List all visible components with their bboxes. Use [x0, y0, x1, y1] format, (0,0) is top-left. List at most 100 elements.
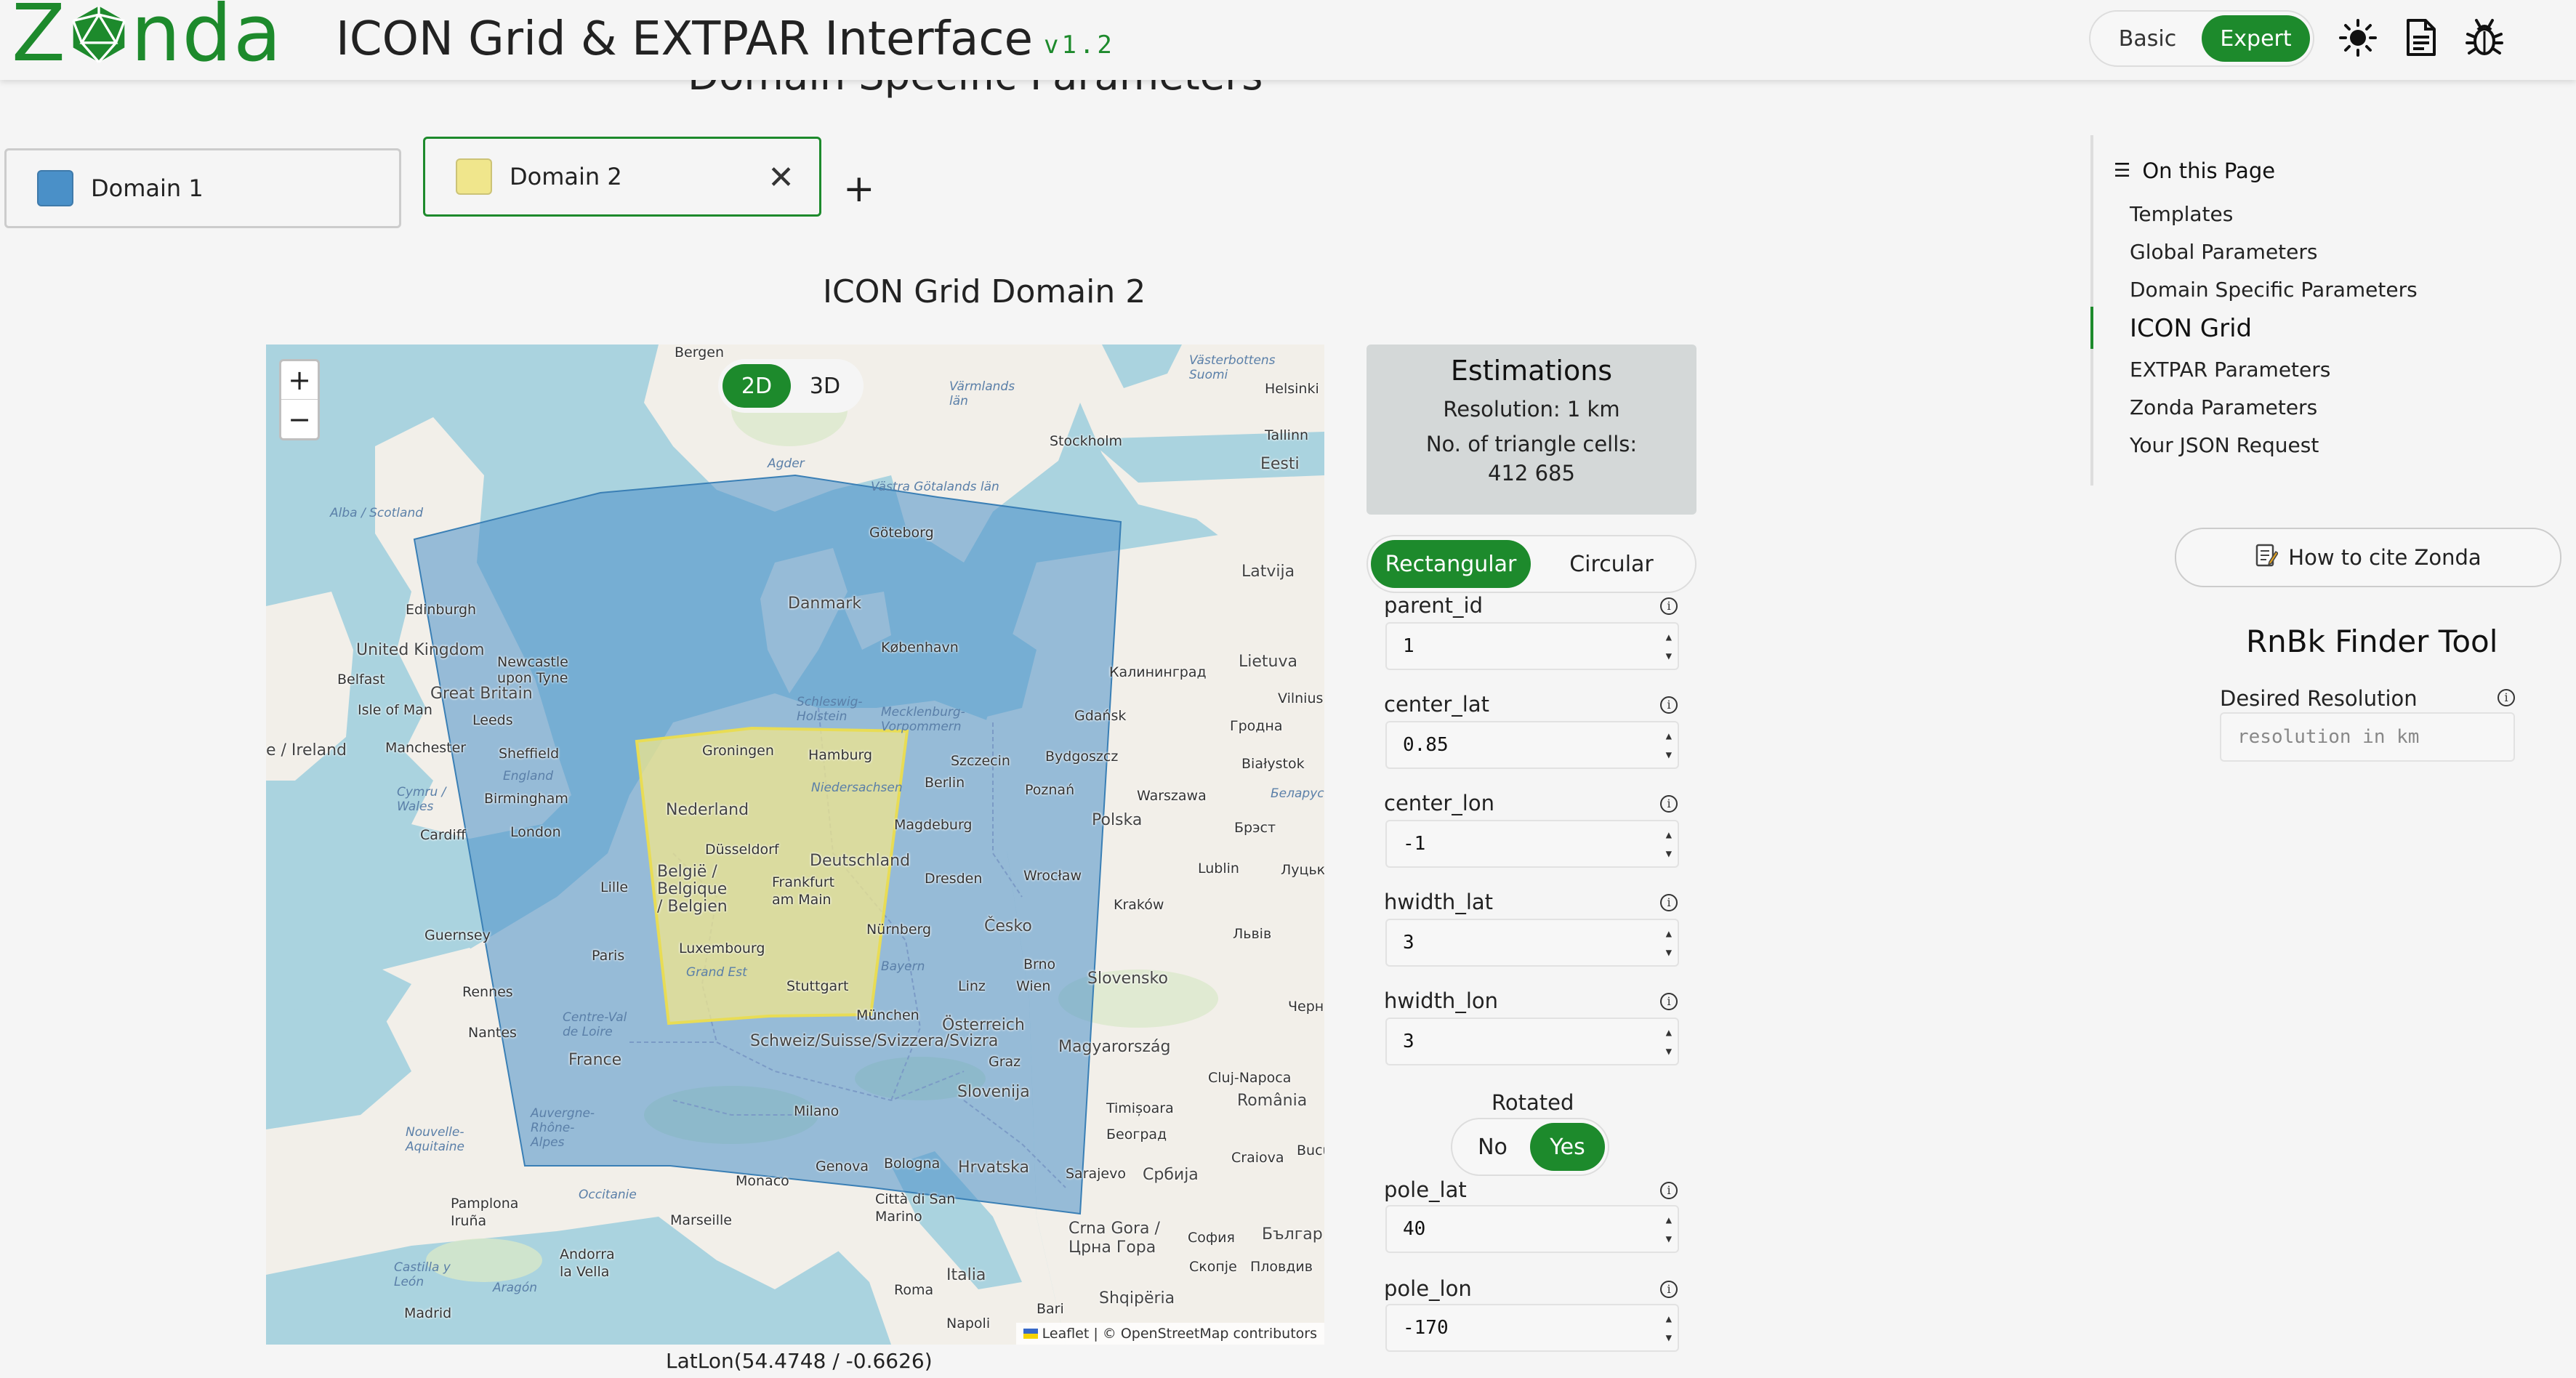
shape-circular-button[interactable]: Circular [1531, 540, 1692, 588]
parent-id-label: parent_id [1384, 593, 1484, 618]
map-label-wien: Wien [1016, 978, 1051, 994]
mode-basic-button[interactable]: Basic [2093, 15, 2202, 62]
tab-domain-2[interactable]: Domain 2 ✕ [423, 137, 821, 217]
map-label-frankfurt: Frankfurt am Main [772, 874, 835, 908]
map-label-centre: Centre-Val de Loire [563, 1010, 627, 1039]
rotated-yes-button[interactable]: Yes [1530, 1123, 1605, 1171]
toc-item-icon-grid[interactable]: ICON Grid [2130, 314, 2252, 343]
map-label-genova: Genova [816, 1159, 869, 1174]
toc-item-templates[interactable]: Templates [2130, 202, 2233, 226]
map-label-london: London [510, 824, 561, 840]
info-icon[interactable]: i [1660, 597, 1678, 615]
map-label-schweiz: Schweiz/Suisse/Svizzera/Svizra [750, 1032, 999, 1050]
desired-resolution-input[interactable]: resolution in km [2220, 712, 2515, 762]
map-label-linz: Linz [958, 978, 986, 994]
map-label-brno: Brno [1023, 956, 1056, 972]
info-icon[interactable]: i [1660, 795, 1678, 813]
map-label-nurnberg: Nürnberg [866, 922, 932, 938]
map-label-monaco: Monaco [736, 1173, 789, 1189]
hwidth-lat-input[interactable]: 3 ▲ ▼ [1385, 919, 1679, 967]
map-label-danmark: Danmark [788, 595, 862, 613]
hwidth-lon-input[interactable]: 3 ▲ ▼ [1385, 1018, 1679, 1065]
map-attribution[interactable]: Leaflet | © OpenStreetMap contributors [1015, 1323, 1324, 1345]
latlon-readout: LatLon(54.4748 / -0.6626) [666, 1349, 933, 1373]
center-lat-input[interactable]: 0.85 ▲ ▼ [1385, 721, 1679, 769]
map-label-nantes: Nantes [468, 1025, 517, 1041]
toc-title-text: On this Page [2142, 158, 2276, 183]
toc-item-json-request[interactable]: Your JSON Request [2130, 433, 2319, 457]
mode-expert-button[interactable]: Expert [2202, 15, 2310, 62]
stepper-icon[interactable]: ▲ ▼ [1666, 924, 1672, 962]
map-label-lublin: Lublin [1198, 861, 1239, 877]
map-view[interactable]: Bergen Värmlands län Västerbottens Suomi… [266, 344, 1324, 1345]
pole-lat-value: 40 [1403, 1218, 1426, 1240]
toc-item-domain-specific-parameters[interactable]: Domain Specific Parameters [2130, 278, 2418, 302]
toc-item-global-parameters[interactable]: Global Parameters [2130, 240, 2317, 264]
map-label-szczecin: Szczecin [951, 753, 1010, 769]
map-label-krakow: Kraków [1114, 897, 1164, 913]
info-icon[interactable]: i [2497, 689, 2515, 706]
shape-rectangular-button[interactable]: Rectangular [1371, 540, 1531, 588]
map-label-bydgoszcz: Bydgoszcz [1045, 749, 1119, 765]
info-icon[interactable]: i [1660, 1182, 1678, 1199]
zoom-in-button[interactable]: + [281, 361, 318, 400]
map-label-ireland: e / Ireland [266, 741, 347, 759]
map-label-guernsey: Guernsey [424, 927, 491, 943]
map-label-brest: Брэст [1234, 820, 1276, 836]
stepper-icon[interactable]: ▲ ▼ [1666, 826, 1672, 863]
map-label-greatbritain: Great Britain [430, 685, 533, 703]
map-label-mecklenburg: Mecklenburg-Vorpommern [881, 705, 965, 734]
map-label-occitanie: Occitanie [579, 1188, 637, 1202]
map-label-leeds: Leeds [472, 712, 513, 728]
map-label-bialystok: Białystok [1241, 756, 1305, 772]
pole-lat-input[interactable]: 40 ▲ ▼ [1385, 1205, 1679, 1253]
map-label-vasternorr: Västerbottens Suomi [1189, 353, 1276, 382]
bug-icon[interactable] [2463, 16, 2506, 60]
center-lon-input[interactable]: -1 ▲ ▼ [1385, 820, 1679, 868]
parent-id-input[interactable]: 1 ▲ ▼ [1385, 622, 1679, 670]
map-label-srbija: Србија [1143, 1166, 1199, 1184]
hwidth-lon-value: 3 [1403, 1031, 1414, 1052]
icon-grid-title: ICON Grid Domain 2 [823, 273, 1146, 310]
map-label-newcastle: Newcastle upon Tyne [497, 654, 568, 686]
info-icon[interactable]: i [1660, 894, 1678, 911]
view-3d-button[interactable]: 3D [791, 364, 859, 408]
info-icon[interactable]: i [1660, 993, 1678, 1010]
shape-toggle: Rectangular Circular [1367, 535, 1696, 593]
stepper-icon[interactable]: ▲ ▼ [1666, 1310, 1672, 1347]
center-lon-value: -1 [1403, 833, 1426, 855]
pole-lon-input[interactable]: -170 ▲ ▼ [1385, 1304, 1679, 1352]
map-label-bucu: Bucu [1297, 1143, 1324, 1159]
estimations-resolution: Resolution: 1 km [1443, 397, 1620, 422]
stepper-icon[interactable]: ▲ ▼ [1666, 1211, 1672, 1249]
info-icon[interactable]: i [1660, 1281, 1678, 1298]
toc-item-extpar-parameters[interactable]: EXTPAR Parameters [2130, 358, 2330, 382]
cite-zonda-button[interactable]: How to cite Zonda [2175, 528, 2561, 587]
add-domain-button[interactable]: + [843, 167, 875, 211]
map-label-cymru: Cymru / Wales [397, 785, 446, 814]
map-label-madrid: Madrid [404, 1305, 452, 1321]
stepper-icon[interactable]: ▲ ▼ [1666, 628, 1672, 666]
tab-domain-1[interactable]: Domain 1 [4, 148, 401, 228]
close-tab-icon[interactable]: ✕ [768, 159, 794, 196]
hwidth-lon-label: hwidth_lon [1384, 988, 1498, 1013]
map-label-magyar: Magyarország [1058, 1038, 1171, 1056]
logo-letter-z: Z [12, 0, 67, 79]
map-label-magdeburg: Magdeburg [894, 817, 973, 833]
map-basemap [266, 344, 1324, 1345]
toc-item-zonda-parameters[interactable]: Zonda Parameters [2130, 395, 2317, 419]
map-label-edinburgh: Edinburgh [406, 602, 477, 618]
info-icon[interactable]: i [1660, 696, 1678, 714]
list-icon: ☰ [2114, 160, 2131, 182]
rnbk-title: RnBk Finder Tool [2246, 624, 2498, 659]
rotated-no-button[interactable]: No [1455, 1123, 1530, 1171]
zonda-logo[interactable]: Z nda [12, 0, 283, 74]
sun-icon[interactable] [2336, 16, 2380, 60]
tab-domain-2-label: Domain 2 [510, 163, 622, 190]
stepper-icon[interactable]: ▲ ▼ [1666, 1023, 1672, 1061]
map-label-eesti: Eesti [1260, 455, 1300, 473]
document-icon[interactable] [2399, 16, 2442, 60]
view-2d-button[interactable]: 2D [723, 364, 791, 408]
zoom-out-button[interactable]: − [281, 400, 318, 438]
stepper-icon[interactable]: ▲ ▼ [1666, 727, 1672, 765]
